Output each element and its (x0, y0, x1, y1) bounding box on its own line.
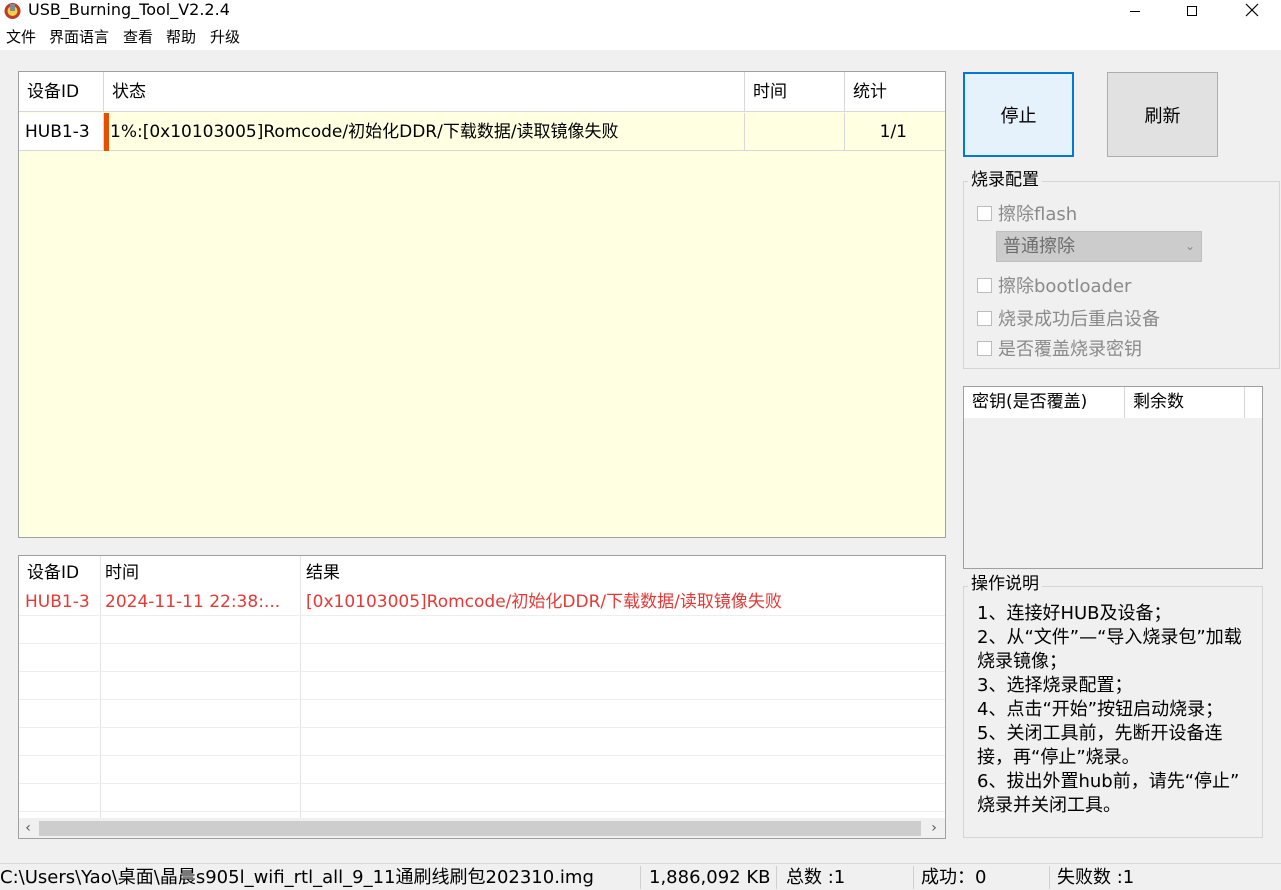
row-divider (19, 755, 945, 756)
instruction-line: 烧录镜像； (977, 651, 1067, 672)
menu-file[interactable]: 文件 (6, 28, 36, 46)
erase-mode-value: 普通擦除 (1003, 236, 1075, 257)
column-header-time[interactable]: 时间 (745, 72, 845, 112)
column-header-status[interactable]: 状态 (104, 72, 745, 112)
maximize-icon (1186, 2, 1198, 22)
row-divider (19, 699, 945, 700)
close-button[interactable] (1229, 0, 1275, 24)
reboot-label: 烧录成功后重启设备 (998, 309, 1160, 330)
log-cell-time[interactable]: 2024-11-11 22:38:... (99, 588, 300, 616)
checkbox-box[interactable] (977, 340, 992, 356)
row-divider (19, 615, 945, 616)
scroll-left-icon[interactable]: ‹ (19, 818, 37, 838)
instruction-line: 1、连接好HUB及设备； (977, 603, 1172, 624)
refresh-button-label: 刷新 (1144, 105, 1181, 127)
status-total: 总数 :1 (786, 867, 846, 888)
overwrite-key-label: 是否覆盖烧录密钥 (998, 339, 1142, 360)
status-divider (1049, 866, 1050, 889)
key-header-key[interactable]: 密钥(是否覆盖) (964, 387, 1125, 418)
maximize-button[interactable] (1169, 0, 1215, 24)
stop-button[interactable]: 停止 (963, 72, 1074, 157)
status-file-size: 1,886,092 KB (649, 867, 771, 888)
checkbox-box[interactable] (977, 310, 992, 326)
menu-language[interactable]: 界面语言 (49, 28, 109, 46)
menu-view[interactable]: 查看 (123, 28, 153, 46)
menu-help[interactable]: 帮助 (166, 28, 196, 46)
title-bar: USB_Burning_Tool_V2.2.4 (0, 0, 1281, 24)
instruction-line: 5、关闭工具前，先断开设备连 (977, 723, 1223, 744)
scrollbar-thumb[interactable] (39, 821, 921, 836)
column-header-stats[interactable]: 统计 (845, 72, 945, 112)
instruction-line: 烧录并关闭工具。 (977, 795, 1121, 816)
row-divider (19, 811, 945, 812)
row-divider (19, 727, 945, 728)
minimize-icon (1129, 2, 1141, 22)
instruction-line: 接，再“停止”烧录。 (977, 747, 1140, 768)
menu-upgrade[interactable]: 升级 (210, 28, 240, 46)
log-cell-result[interactable]: [0x10103005]Romcode/初始化DDR/下载数据/读取镜像失败 (300, 588, 940, 616)
status-bar: C:\Users\Yao\桌面\晶晨s905l_wifi_rtl_all_9_1… (0, 863, 1281, 890)
erase-bootloader-label: 擦除bootloader (998, 276, 1132, 297)
chevron-down-icon: ⌄ (1184, 239, 1195, 253)
instruction-line: 2、从“文件”—“导入烧录包”加载 (977, 627, 1242, 648)
row-divider (19, 671, 945, 672)
row-divider (19, 643, 945, 644)
minimize-button[interactable] (1112, 0, 1158, 24)
close-icon (1245, 2, 1259, 22)
instructions-title: 操作说明 (968, 574, 1042, 594)
burn-config-title: 烧录配置 (968, 170, 1042, 190)
device-table[interactable]: 设备ID 状态 时间 统计 HUB1-3 1%:[0x10103005]Romc… (18, 71, 946, 538)
device-cell-id[interactable]: HUB1-3 (19, 113, 104, 151)
log-header-device-id[interactable]: 设备ID (21, 560, 79, 586)
horizontal-scrollbar[interactable]: ‹ › (19, 818, 945, 838)
erase-mode-select[interactable]: 普通擦除 ⌄ (996, 231, 1202, 262)
device-cell-status[interactable]: 1%:[0x10103005]Romcode/初始化DDR/下载数据/读取镜像失… (109, 113, 745, 151)
instruction-line: 4、点击“开始”按钮启动烧录； (977, 699, 1224, 720)
status-file-path: C:\Users\Yao\桌面\晶晨s905l_wifi_rtl_all_9_1… (0, 867, 594, 888)
instruction-line: 6、拔出外置hub前，请先“停止” (977, 771, 1240, 792)
status-divider (640, 866, 641, 889)
log-header-result[interactable]: 结果 (300, 560, 340, 586)
status-success: 成功：0 (921, 867, 987, 888)
erase-bootloader-checkbox[interactable]: 擦除bootloader (977, 273, 1131, 297)
window-title: USB_Burning_Tool_V2.2.4 (28, 0, 230, 19)
refresh-button[interactable]: 刷新 (1107, 72, 1218, 157)
device-cell-stats[interactable]: 1/1 (845, 113, 945, 151)
log-table[interactable]: 设备ID 时间 结果 HUB1-3 2024-11-11 22:38:... [… (18, 555, 946, 839)
erase-flash-label: 擦除flash (998, 204, 1078, 225)
checkbox-box[interactable] (977, 277, 992, 293)
column-header-device-id[interactable]: 设备ID (19, 72, 104, 112)
log-cell-device-id[interactable]: HUB1-3 (19, 588, 100, 616)
instruction-line: 3、选择烧录配置； (977, 675, 1133, 696)
usb-tool-app-icon (3, 1, 22, 20)
checkbox-box[interactable] (977, 205, 992, 221)
status-divider (776, 866, 777, 889)
log-header-time[interactable]: 时间 (99, 560, 139, 586)
status-divider (913, 866, 914, 889)
status-fail: 失败数 :1 (1057, 867, 1135, 888)
overwrite-key-checkbox[interactable]: 是否覆盖烧录密钥 (977, 336, 1142, 360)
key-table[interactable]: 密钥(是否覆盖) 剩余数 (963, 386, 1263, 569)
instructions-text: 1、连接好HUB及设备； 2、从“文件”—“导入烧录包”加载 烧录镜像； 3、选… (977, 602, 1261, 818)
scroll-right-icon[interactable]: › (925, 818, 943, 838)
key-header-remaining[interactable]: 剩余数 (1125, 387, 1245, 418)
menu-bar: 文件 界面语言 查看 帮助 升级 (0, 24, 1281, 50)
erase-flash-checkbox[interactable]: 擦除flash (977, 201, 1077, 225)
key-table-header: 密钥(是否覆盖) 剩余数 (964, 387, 1262, 418)
reboot-checkbox[interactable]: 烧录成功后重启设备 (977, 306, 1160, 330)
device-cell-time[interactable] (745, 113, 845, 151)
row-divider (19, 783, 945, 784)
stop-button-label: 停止 (1000, 105, 1037, 127)
